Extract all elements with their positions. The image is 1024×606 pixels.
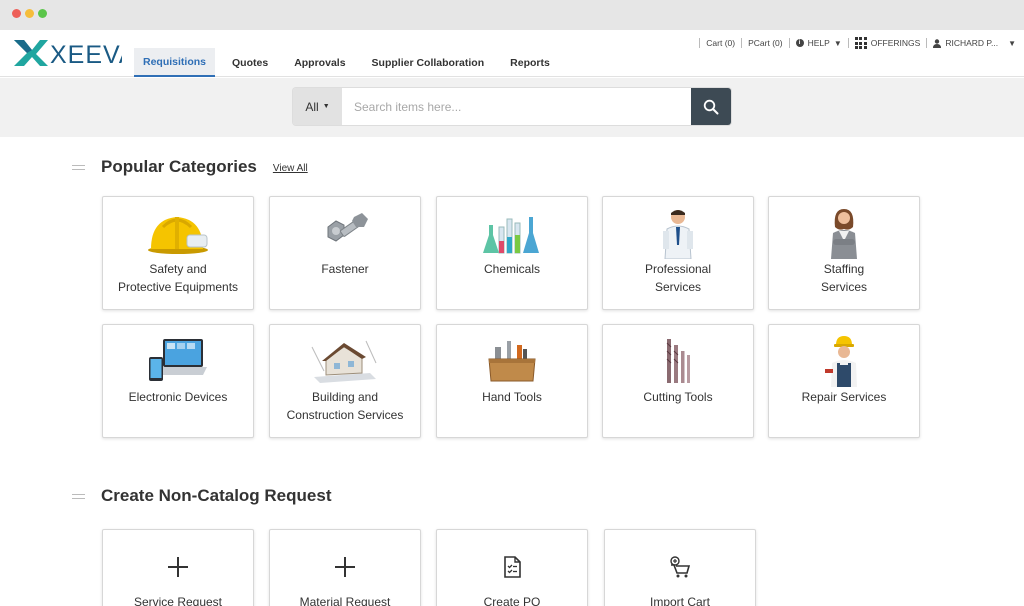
offerings-menu[interactable]: OFFERINGS [854,37,921,49]
category-label: Professional Services [644,262,712,294]
divider [699,38,701,48]
category-card-building-construction[interactable]: Building and Construction Services [269,324,421,438]
category-label: Staffing Services [820,262,867,294]
category-card-hand-tools[interactable]: Hand Tools [436,324,588,438]
category-label: Safety and Protective Equipments [117,262,239,294]
cart-label: Cart (0) [706,38,736,48]
category-label: Fastener [321,262,369,276]
tab-requisitions[interactable]: Requisitions [134,48,216,77]
service-request-label: Service Request [133,595,223,606]
category-card-cutting-tools[interactable]: Cutting Tools [602,324,754,438]
businessman-icon [663,210,693,259]
category-card-staffing-services[interactable]: Staffing Services [768,196,920,310]
chevron-down-icon: ▼ [833,38,842,48]
utility-bar: Cart (0) PCart (0) i HELP ▼ OFFERINGS RI… [693,35,1016,51]
non-catalog-title: Create Non-Catalog Request [101,486,332,505]
help-icon: i [795,39,804,47]
category-card-chemicals[interactable]: Chemicals [436,196,588,310]
xeeva-logo[interactable]: XEEVA [12,36,122,68]
category-card-safety[interactable]: Safety and Protective Equipments [102,196,254,310]
toolbox-icon [488,341,536,382]
category-label: Electronic Devices [128,390,228,404]
tab-approvals[interactable]: Approvals [285,48,354,77]
flasks-icon [483,217,539,254]
businesswoman-icon [831,209,857,259]
category-card-repair-services[interactable]: Repair Services [768,324,920,438]
category-label: Chemicals [483,262,540,276]
popular-categories-title: Popular Categories [101,157,257,176]
tab-reports[interactable]: Reports [501,48,559,77]
worker-icon [825,336,857,387]
help-label: HELP [807,38,830,48]
search-category-value: All [305,99,319,114]
category-card-electronic-devices[interactable]: Electronic Devices [102,324,254,438]
category-label: Repair Services [801,390,887,404]
main-tabs: Requisitions Quotes Approvals Supplier C… [134,48,567,77]
logo-text: XEEVA [50,41,122,68]
help-menu[interactable]: i HELP ▼ [795,38,842,48]
view-all-link[interactable]: View All [273,163,308,174]
search-icon [703,99,719,114]
divider [741,38,743,48]
create-po-label: Create PO [483,595,541,606]
create-po-card[interactable]: Create PO [436,529,588,606]
import-cart-card[interactable]: Import Cart [604,529,756,606]
category-label: Hand Tools [482,390,542,404]
material-request-card[interactable]: Material Request [269,529,421,606]
search-input[interactable] [342,88,691,125]
close-window-dot[interactable] [12,9,21,18]
user-icon [933,38,942,48]
service-request-card[interactable]: Service Request [102,529,254,606]
document-icon [504,556,521,578]
grid-icon [854,37,867,49]
search-bar: All ▼ [293,88,731,125]
cart-icon [670,556,691,578]
divider [926,38,928,48]
maximize-window-dot[interactable] [38,9,47,18]
pcart-label: PCart (0) [748,38,783,48]
drag-handle-icon[interactable] [72,164,85,170]
user-name: RICHARD P... [945,38,999,48]
popular-categories-header: Popular Categories View All [72,157,308,177]
category-card-professional-services[interactable]: Professional Services [602,196,754,310]
divider [847,38,849,48]
caret-down-icon: ▼ [322,103,330,110]
category-label: Building and Construction Services [286,390,404,422]
cart-link[interactable]: Cart (0) [706,38,735,48]
user-menu[interactable]: RICHARD P... ▼ [933,38,1016,48]
offerings-label: OFFERINGS [870,38,921,48]
import-cart-label: Import Cart [649,595,710,606]
chevron-down-icon: ▼ [1008,38,1016,48]
tab-quotes[interactable]: Quotes [223,48,277,77]
non-catalog-header: Create Non-Catalog Request [72,486,331,506]
hard-hat-icon [148,217,208,254]
divider [788,38,790,48]
bolt-icon [327,213,368,242]
search-category-select[interactable]: All ▼ [293,88,342,125]
category-label: Cutting Tools [643,390,713,404]
category-card-fastener[interactable]: Fastener [269,196,421,310]
plus-icon [168,557,188,577]
search-band: All ▼ [0,78,1024,137]
minimize-window-dot[interactable] [25,9,34,18]
browser-chrome [0,0,1024,30]
drag-handle-icon[interactable] [72,493,85,499]
drill-bits-icon [666,339,690,383]
material-request-label: Material Request [299,595,391,606]
pcart-link[interactable]: PCart (0) [748,38,782,48]
tab-supplier-collaboration[interactable]: Supplier Collaboration [363,48,494,77]
house-icon [311,340,377,383]
search-button[interactable] [691,88,731,125]
plus-icon [335,557,355,577]
devices-icon [149,339,207,381]
top-navigation: XEEVA Requisitions Quotes Approvals Supp… [0,30,1024,77]
